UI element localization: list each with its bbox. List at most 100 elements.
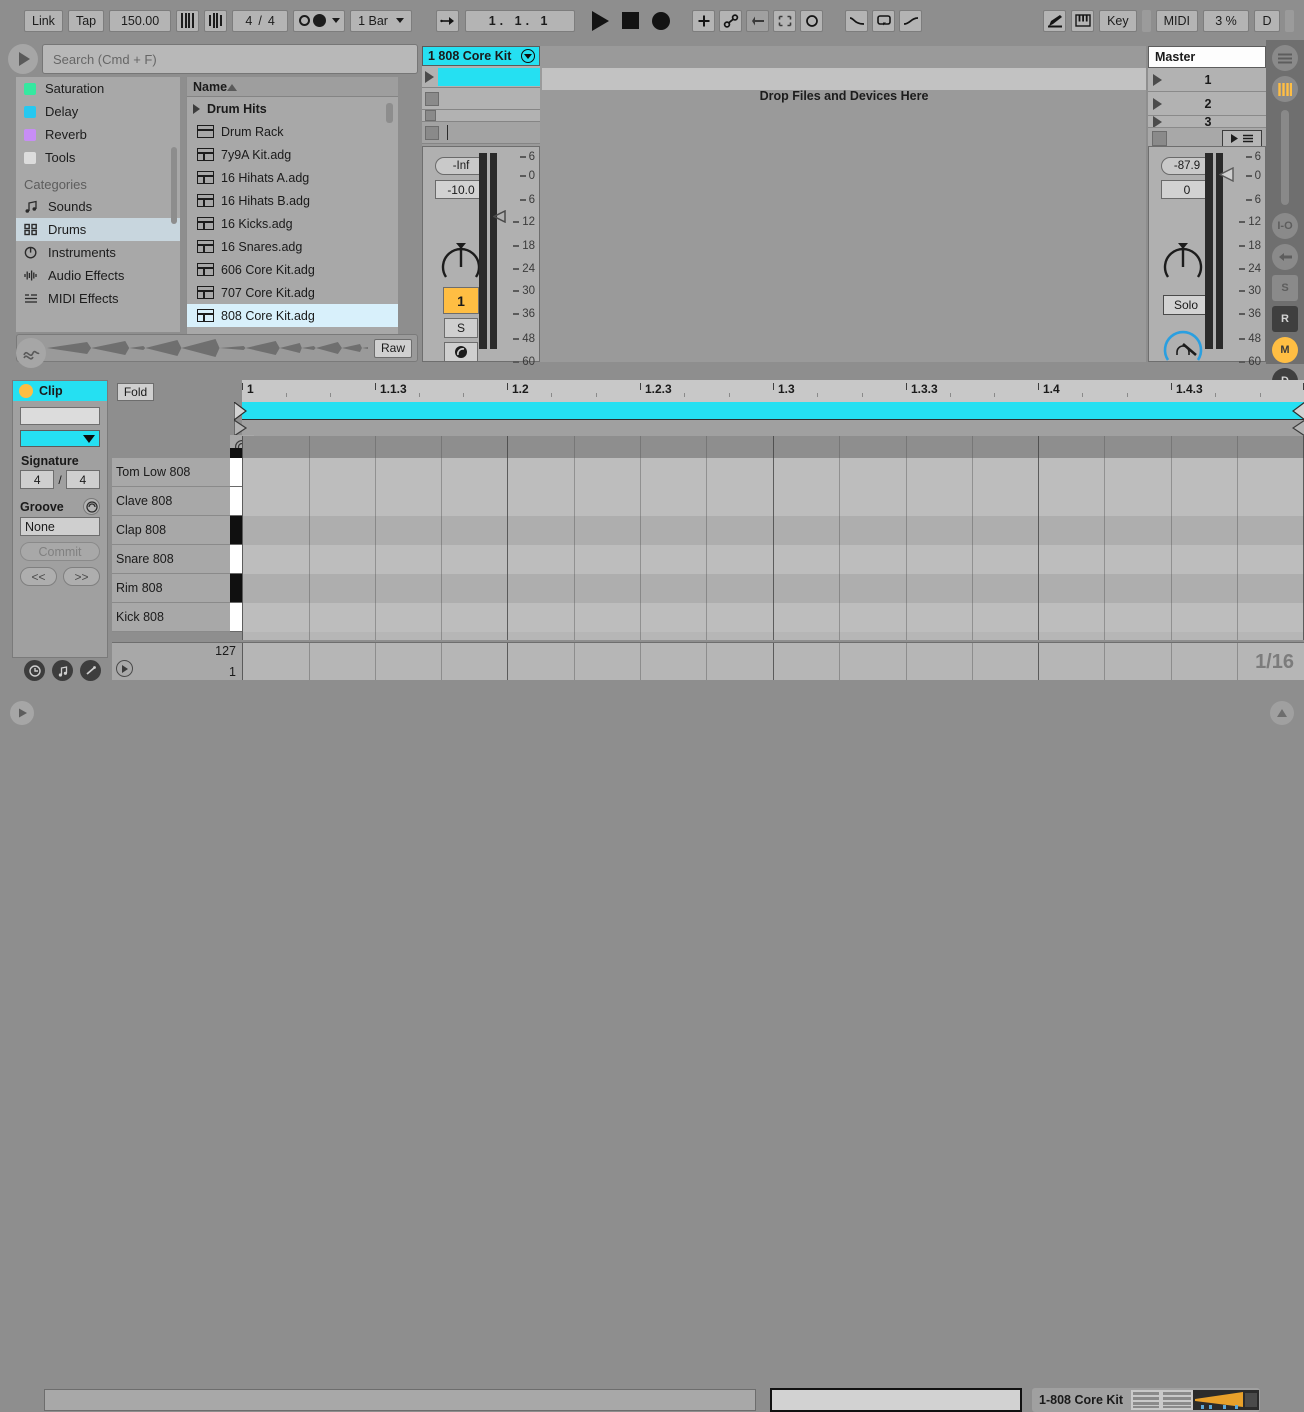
in-out-icon[interactable]: I-O: [1272, 213, 1298, 239]
punch-record-toggle[interactable]: [293, 9, 346, 32]
sidebar-item-instruments[interactable]: Instruments: [16, 241, 180, 264]
follow-icon[interactable]: [436, 9, 460, 32]
pan-knob[interactable]: [439, 239, 483, 283]
solo-button[interactable]: S: [444, 318, 478, 338]
list-item[interactable]: 7y9A Kit.adg: [187, 143, 398, 166]
file-list-header[interactable]: Name: [187, 77, 398, 97]
clip-slot-3[interactable]: [422, 110, 540, 122]
status-input-field[interactable]: [770, 1388, 1022, 1412]
master-scene-1[interactable]: 1: [1148, 68, 1266, 92]
sidebar-item-tools[interactable]: Tools: [16, 146, 180, 169]
quantization-select[interactable]: 1 Bar: [350, 9, 413, 32]
play-icon[interactable]: [1153, 73, 1162, 86]
search-input[interactable]: Search (Cmd + F): [42, 44, 418, 74]
sends-toggle-icon[interactable]: S: [1272, 275, 1298, 301]
arrangement-position[interactable]: 1. 1. 1: [465, 9, 576, 32]
fade-curve-icon[interactable]: [845, 9, 869, 32]
commit-button[interactable]: Commit: [20, 542, 100, 561]
help-view-play-icon[interactable]: [10, 701, 34, 725]
mixer-toggle-icon[interactable]: M: [1272, 337, 1298, 363]
stop-icon[interactable]: [425, 110, 436, 121]
preview-waveform[interactable]: [47, 337, 368, 359]
sidebar-item-drums[interactable]: Drums: [16, 218, 180, 241]
preview-wave-toggle[interactable]: [16, 338, 46, 368]
sort-ascending-icon[interactable]: [227, 80, 238, 94]
computer-midi-keyboard-icon[interactable]: [1071, 9, 1095, 32]
fade-in-icon[interactable]: [899, 9, 923, 32]
velocity-grid[interactable]: [242, 642, 1304, 680]
list-item[interactable]: 707 Core Kit.adg: [187, 281, 398, 304]
list-item[interactable]: 16 Kicks.adg: [187, 212, 398, 235]
add-locator-icon[interactable]: [692, 9, 716, 32]
tap-tempo-button[interactable]: Tap: [67, 9, 105, 32]
list-item[interactable]: Drum Rack: [187, 120, 398, 143]
clip-block[interactable]: [438, 67, 540, 86]
next-groove-button[interactable]: >>: [63, 567, 100, 586]
relink-icon[interactable]: [719, 9, 743, 32]
play-icon[interactable]: [425, 70, 434, 83]
metronome-icon[interactable]: [176, 9, 200, 32]
device-overview[interactable]: 1-808 Core Kit: [1032, 1388, 1260, 1412]
groove-pool-icon[interactable]: [83, 498, 100, 515]
note-grid[interactable]: [242, 436, 1304, 640]
back-to-arrangement-icon[interactable]: [746, 9, 770, 32]
timeline-ruler[interactable]: 1 1.1.3 1.2 1.2.3 1.3 1.3.3 1.4 1.4.3: [242, 380, 1304, 402]
play-icon[interactable]: [1153, 116, 1162, 127]
play-icon[interactable]: [592, 10, 610, 31]
midi-map-button[interactable]: MIDI: [1155, 9, 1198, 32]
key-row[interactable]: Kick 808: [112, 603, 230, 632]
file-list-scrollbar[interactable]: [386, 103, 393, 123]
stop-icon[interactable]: [622, 12, 640, 29]
envelopes-tab-icon[interactable]: [80, 660, 101, 681]
key-map-button[interactable]: Key: [1099, 9, 1137, 32]
play-icon[interactable]: [116, 660, 133, 677]
record-quantization-icon[interactable]: [800, 9, 824, 32]
sidebar-item-midi-effects[interactable]: MIDI Effects: [16, 287, 180, 310]
record-icon[interactable]: [652, 11, 671, 30]
sidebar-item-sounds[interactable]: Sounds: [16, 195, 180, 218]
play-icon[interactable]: [1153, 97, 1162, 110]
loop-selection-icon[interactable]: [773, 9, 797, 32]
raw-preview-button[interactable]: Raw: [373, 338, 412, 358]
master-volume-fader-handle[interactable]: [1218, 166, 1235, 185]
stop-all-icon[interactable]: [1152, 131, 1167, 146]
scene-launch-mode-icon[interactable]: [1222, 129, 1262, 148]
list-item[interactable]: Drum Hits: [187, 97, 398, 120]
master-pan-knob[interactable]: [1161, 239, 1205, 283]
notes-tab-icon[interactable]: [52, 660, 73, 681]
list-item-selected[interactable]: 808 Core Kit.adg: [187, 304, 398, 327]
master-scene-3[interactable]: 3: [1148, 116, 1266, 128]
list-item[interactable]: 16 Snares.adg: [187, 235, 398, 258]
collapse-device-icon[interactable]: [1270, 701, 1294, 725]
sidebar-item-delay[interactable]: Delay: [16, 100, 180, 123]
clip-panel-title[interactable]: Clip: [13, 381, 107, 401]
sidebar-item-reverb[interactable]: Reverb: [16, 123, 180, 146]
track-title[interactable]: 1 808 Core Kit: [422, 46, 540, 66]
groove-value[interactable]: None: [20, 517, 100, 536]
clip-slot-1[interactable]: [422, 66, 540, 88]
cue-volume-knob[interactable]: [1161, 322, 1205, 366]
returns-toggle-icon[interactable]: R: [1272, 306, 1298, 332]
device-drop-area[interactable]: Drop Files and Devices Here: [542, 46, 1146, 362]
list-item[interactable]: 16 Hihats A.adg: [187, 166, 398, 189]
stop-icon[interactable]: [425, 125, 439, 140]
draw-mode-icon[interactable]: [1043, 9, 1067, 32]
sidebar-scrollbar[interactable]: [171, 147, 177, 224]
session-view-icon[interactable]: [1272, 76, 1298, 102]
chevron-down-icon[interactable]: [521, 49, 535, 63]
master-title[interactable]: Master: [1148, 46, 1266, 68]
clip-name-field[interactable]: [20, 407, 100, 425]
clip-color-select[interactable]: [20, 430, 100, 447]
previous-groove-button[interactable]: <<: [20, 567, 57, 586]
list-item[interactable]: 16 Hihats B.adg: [187, 189, 398, 212]
tempo-field[interactable]: 150.00: [109, 9, 172, 32]
signature-denominator[interactable]: 4: [65, 470, 100, 489]
link-button[interactable]: Link: [24, 9, 63, 32]
clip-activator-icon[interactable]: [19, 384, 33, 398]
clip-tab-icon[interactable]: [24, 660, 45, 681]
hamburger-menu-icon[interactable]: [1272, 45, 1298, 71]
volume-fader-handle[interactable]: [492, 209, 507, 226]
sidebar-item-saturation[interactable]: Saturation: [16, 77, 180, 100]
list-item[interactable]: 606 Core Kit.adg: [187, 258, 398, 281]
session-scrollbar[interactable]: [1281, 110, 1289, 205]
